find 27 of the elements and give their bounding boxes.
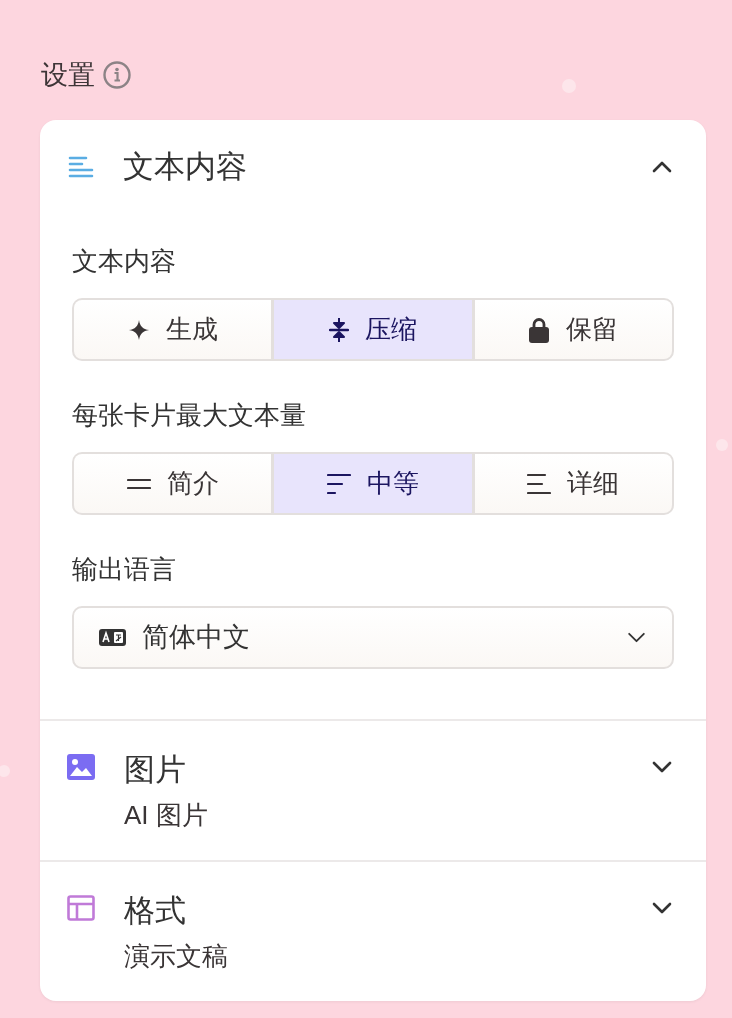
- option-button[interactable]: 生成: [74, 300, 272, 359]
- section-subtitle: 演示文稿: [124, 940, 229, 973]
- two-lines-icon: [126, 477, 151, 490]
- section-subtitle: AI 图片: [124, 799, 209, 832]
- translate-icon: [99, 629, 126, 646]
- section-title: 图片: [124, 751, 187, 789]
- section-title: 文本内容: [123, 147, 248, 186]
- info-icon[interactable]: [103, 61, 131, 89]
- chevron-up-icon[interactable]: [652, 161, 672, 173]
- chevron-down-icon: [627, 632, 646, 643]
- option-button[interactable]: 详细: [474, 454, 672, 513]
- option-button[interactable]: 中等: [274, 454, 472, 513]
- short-lines-icon: [327, 472, 351, 495]
- chevron-down-icon[interactable]: [652, 902, 672, 914]
- text-lines-icon: [527, 472, 552, 495]
- language-dropdown[interactable]: 简体中文: [72, 606, 674, 669]
- field-label: 输出语言: [72, 553, 177, 586]
- field-label: 每张卡片最大文本量: [72, 399, 307, 432]
- option-button[interactable]: 简介: [74, 454, 272, 513]
- compress-icon: [329, 317, 349, 342]
- field-label: 文本内容: [72, 245, 177, 278]
- lock-icon: [528, 316, 551, 343]
- option-button[interactable]: 压缩: [274, 300, 472, 359]
- option-button[interactable]: 保留: [474, 300, 672, 359]
- section-title: 格式: [124, 892, 187, 930]
- page-title: 设置: [41, 59, 95, 92]
- chevron-down-icon[interactable]: [652, 761, 672, 773]
